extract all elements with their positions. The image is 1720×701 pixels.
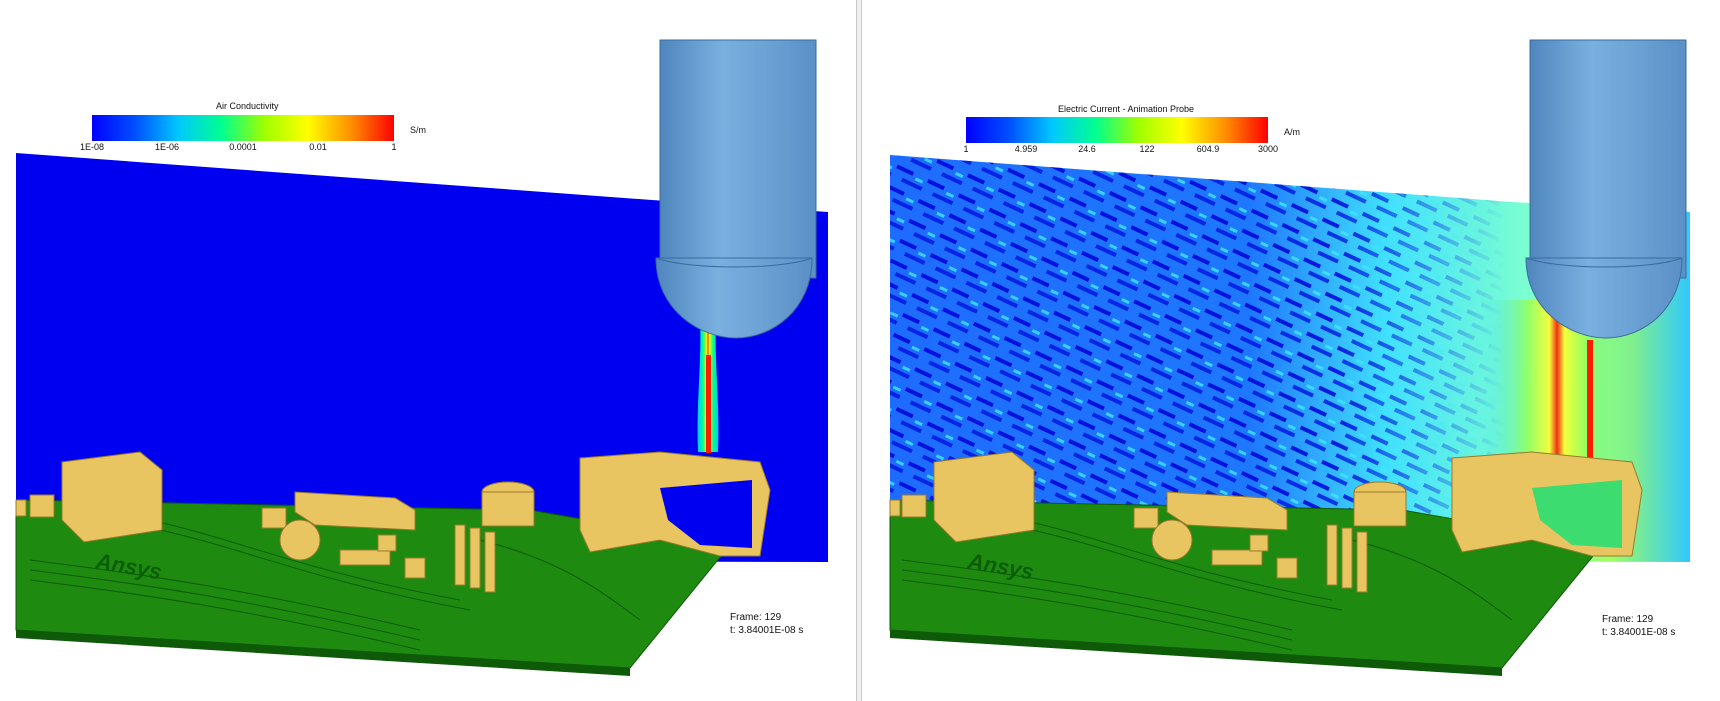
current-arc-core (1587, 340, 1593, 460)
legend-colorbar (966, 117, 1268, 143)
legend-title: Air Conductivity (216, 101, 279, 111)
frame-number: Frame: 129 (1602, 614, 1654, 625)
right-viewport-electric-current[interactable]: Ansys Electric Current - Animation Probe… (862, 0, 1720, 701)
legend-title: Electric Current - Animation Probe (1058, 104, 1195, 114)
air-conductivity-scene: Ansys (15, 39, 828, 676)
legend-tick: 4.959 (1014, 144, 1038, 154)
legend-tick: 1 (963, 144, 969, 154)
legend-unit: A/m (1284, 127, 1301, 137)
electric-current-scene: Ansys (889, 39, 1690, 676)
legend-tick: 1E-08 (79, 142, 105, 152)
legend-tick: 1E-06 (154, 142, 180, 152)
probe-electrode (1525, 39, 1687, 339)
legend-tick: 3000 (1257, 144, 1279, 154)
legend-tick: 1 (391, 142, 397, 152)
frame-readout: Frame: 129 t: 3.84001E-08 s (1602, 613, 1675, 639)
plume-core (706, 355, 711, 453)
legend-unit: S/m (410, 125, 427, 135)
left-viewport-air-conductivity[interactable]: Ansys Air Conductivity S/m 1E-08 1E-06 0… (0, 0, 858, 701)
legend-tick: 0.01 (309, 142, 327, 152)
legend-tick: 0.0001 (229, 142, 257, 152)
frame-readout: Frame: 129 t: 3.84001E-08 s (730, 611, 803, 637)
legend-tick: 604.9 (1196, 144, 1220, 154)
frame-number: Frame: 129 (730, 612, 782, 623)
legend-tick: 24.6 (1078, 144, 1096, 154)
time-value: t: 3.84001E-08 s (730, 625, 804, 636)
legend-tick: 122 (1139, 144, 1155, 154)
time-value: t: 3.84001E-08 s (1602, 627, 1676, 638)
probe-electrode (655, 39, 817, 339)
legend-colorbar (92, 115, 394, 141)
